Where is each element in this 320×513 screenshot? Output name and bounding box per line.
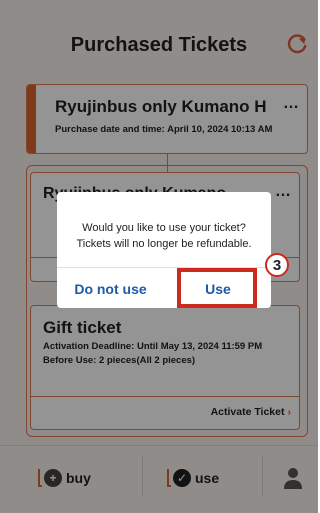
- dialog-message-text: Would you like to use your ticket? Ticke…: [76, 222, 252, 250]
- dialog-message: Would you like to use your ticket? Ticke…: [57, 220, 271, 252]
- highlight-box: [177, 268, 257, 308]
- app-root: Purchased Tickets Ryujinbus only Kumano …: [0, 0, 318, 513]
- do-not-use-button[interactable]: Do not use: [57, 270, 164, 308]
- step-badge: 3: [265, 253, 289, 277]
